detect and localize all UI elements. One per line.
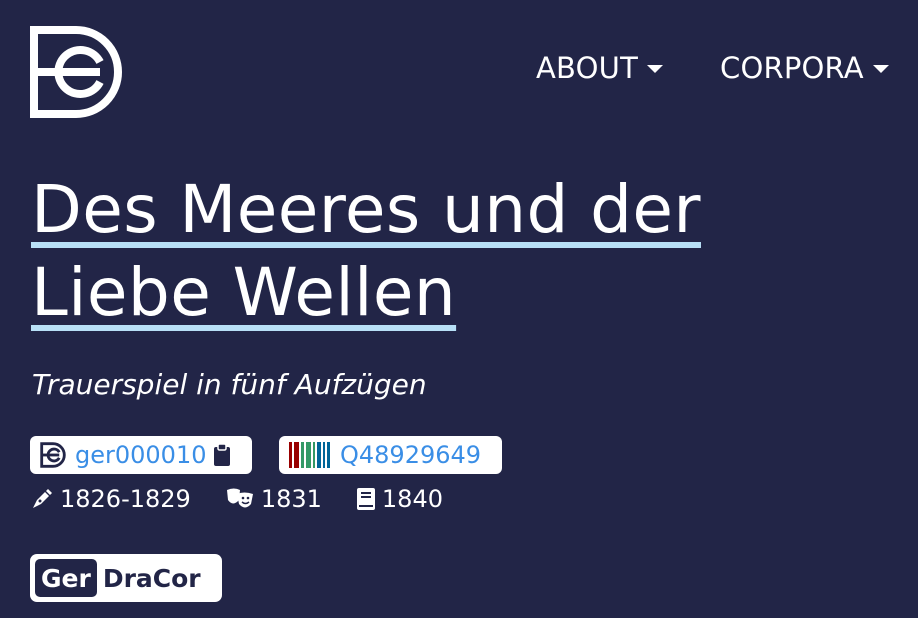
play-dates: 1826-1829 1831 1840 xyxy=(30,484,477,514)
nav-about[interactable]: ABOUT xyxy=(536,48,663,88)
corpus-badge[interactable]: Ger DraCor xyxy=(30,554,222,602)
print-date: 1840 xyxy=(356,485,443,513)
caret-down-icon xyxy=(872,65,889,73)
play-title: Des Meeres und der Liebe Wellen xyxy=(31,168,891,334)
caret-down-icon xyxy=(647,65,663,73)
play-subtitle: Trauerspiel in fünf Aufzügen xyxy=(32,368,427,401)
play-title-text: Des Meeres und der Liebe Wellen xyxy=(31,171,701,331)
corpus-prefix: Ger xyxy=(35,559,97,597)
book-icon xyxy=(356,488,375,510)
wikidata-barcode-icon xyxy=(289,442,330,468)
corpus-name: DraCor xyxy=(102,563,201,593)
clipboard-icon[interactable] xyxy=(214,444,231,466)
written-date: 1826-1829 xyxy=(30,485,191,513)
print-year: 1840 xyxy=(381,485,443,513)
dracor-id-badge[interactable]: ger000010 xyxy=(30,436,252,474)
dracor-small-icon xyxy=(40,442,66,468)
premiere-date: 1831 xyxy=(225,485,322,513)
dracor-id-text[interactable]: ger000010 xyxy=(75,441,206,469)
theater-masks-icon xyxy=(226,488,253,508)
dracor-logo-icon[interactable] xyxy=(30,26,122,118)
nav-about-label: ABOUT xyxy=(536,51,638,85)
premiere-year: 1831 xyxy=(260,485,322,513)
wikidata-id-text[interactable]: Q48929649 xyxy=(340,441,481,469)
nav-corpora[interactable]: CORPORA xyxy=(720,48,889,88)
written-year: 1826-1829 xyxy=(60,485,191,513)
pen-nib-icon xyxy=(33,489,52,508)
wikidata-badge[interactable]: Q48929649 xyxy=(279,436,502,474)
nav-corpora-label: CORPORA xyxy=(720,51,864,85)
